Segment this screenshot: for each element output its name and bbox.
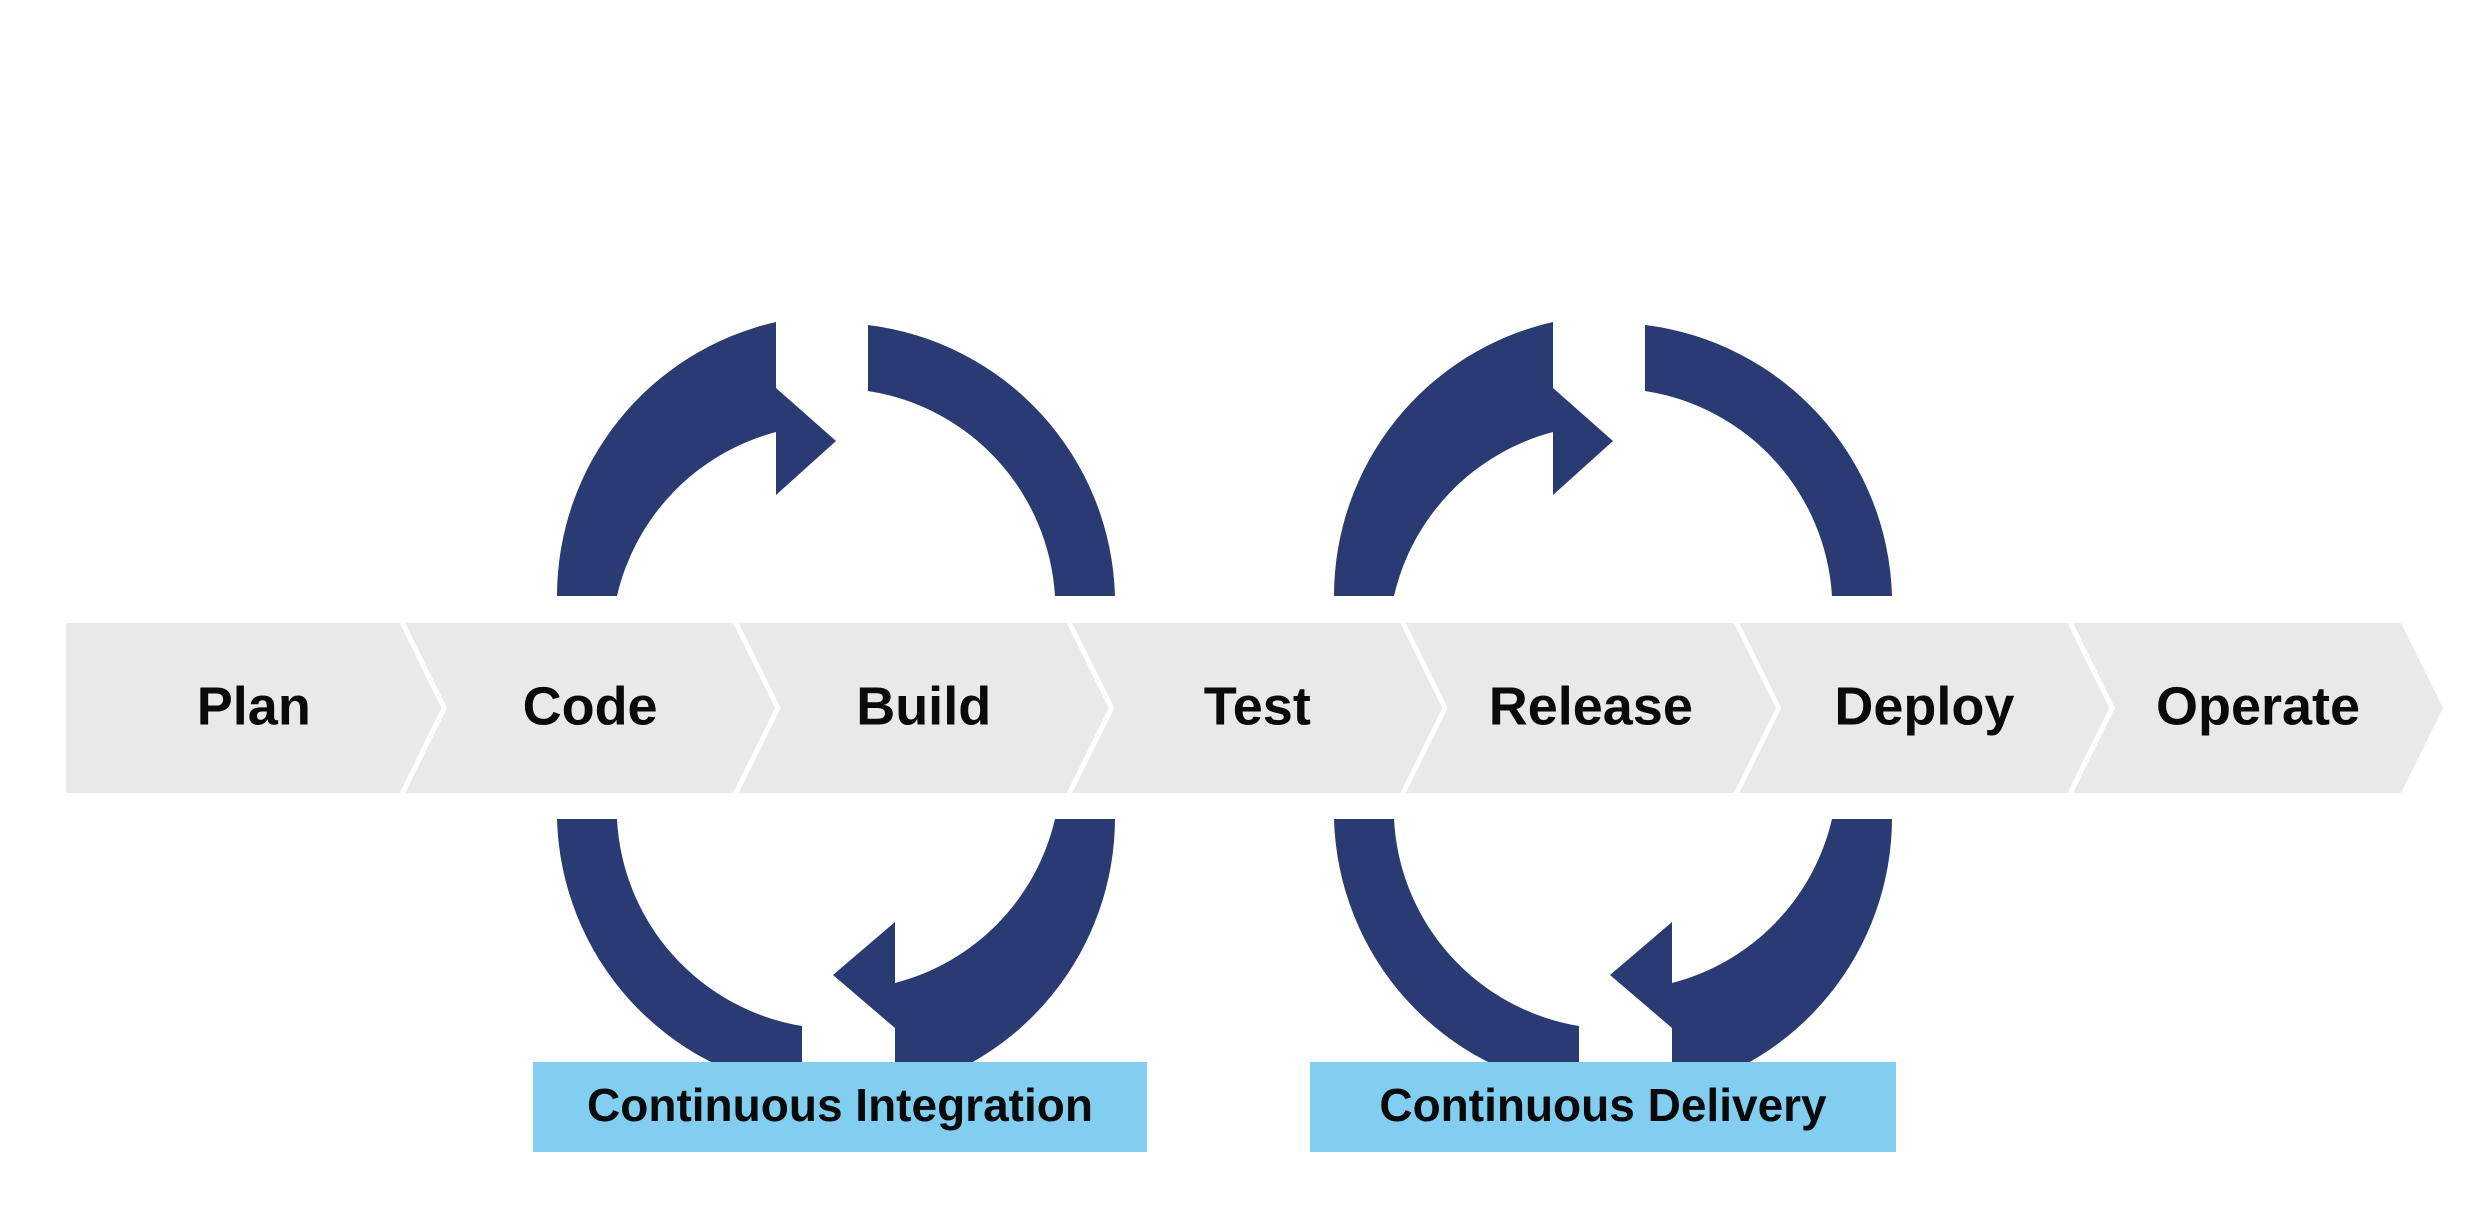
stage-label-build: Build (856, 676, 991, 736)
continuous-integration-label: Continuous Integration (587, 1079, 1093, 1131)
stage-label-plan: Plan (197, 676, 311, 736)
stage-label-test: Test (1204, 676, 1311, 736)
continuous-delivery-label-group[interactable]: Continuous Delivery (1310, 1062, 1896, 1152)
continuous-delivery-label: Continuous Delivery (1379, 1079, 1827, 1131)
stage-label-deploy: Deploy (1834, 676, 2014, 736)
stage-label-code: Code (523, 676, 658, 736)
stage-label-operate: Operate (2156, 676, 2360, 736)
devops-pipeline-diagram: Plan Code Build Test Release Deploy Operate Co… (0, 0, 2479, 1211)
stage-label-release: Release (1489, 676, 1693, 736)
continuous-integration-label-group[interactable]: Continuous Integration (533, 1062, 1147, 1152)
diagram-canvas: Plan Code Build Test Release Deploy Operate Co… (0, 0, 2479, 1211)
background (0, 0, 2479, 1211)
